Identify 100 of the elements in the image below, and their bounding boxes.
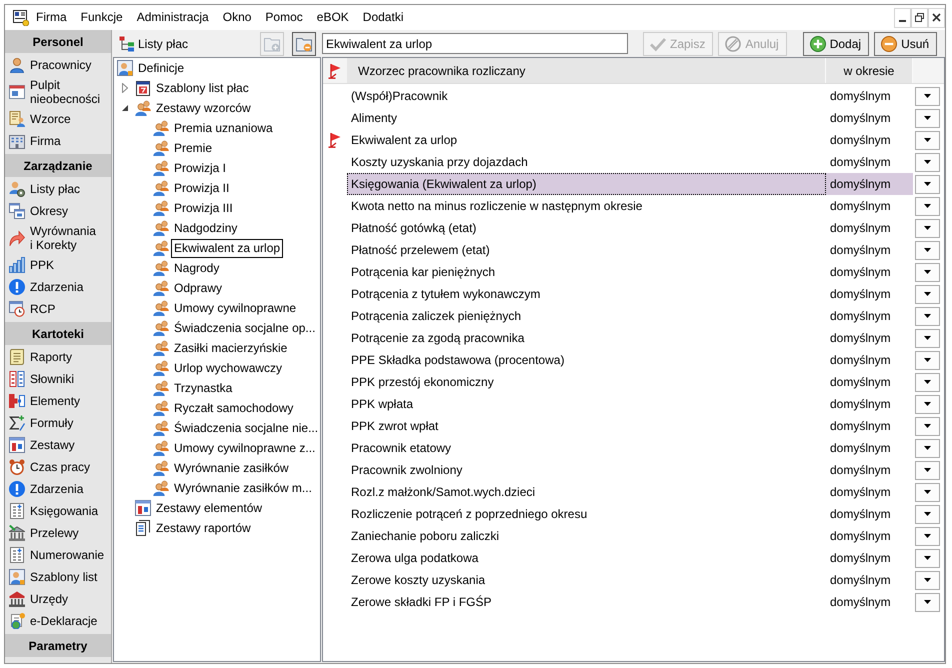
menu-item[interactable]: Administracja (130, 8, 216, 27)
tree-item[interactable]: Definicje (135, 58, 188, 78)
sidebar-item[interactable]: Listy płac (5, 178, 111, 200)
menu-item[interactable]: Dodatki (356, 8, 410, 27)
name-field[interactable]: Ekwiwalent za urlop (322, 33, 628, 54)
tree-item[interactable]: Nadgodziny (171, 218, 240, 238)
dropdown-button[interactable] (915, 372, 940, 392)
section-header[interactable]: Parametry (5, 634, 111, 657)
tree-item[interactable]: Nagrody (171, 258, 222, 278)
dropdown-button[interactable] (915, 350, 940, 370)
column-header[interactable]: Wzorzec pracownika rozliczany (347, 58, 826, 83)
tree-item[interactable]: Wyrównanie zasiłków (171, 458, 292, 478)
section-header[interactable]: Zarządzanie (5, 154, 111, 177)
sidebar-item[interactable]: Wzorce (5, 108, 111, 130)
dropdown-button[interactable] (915, 130, 940, 150)
tree-item[interactable]: Wyrównanie zasiłków m... (171, 478, 315, 498)
caret-icon (924, 226, 931, 230)
menu-item[interactable]: eBOK (310, 8, 356, 27)
tree-item[interactable]: Premie (171, 138, 216, 158)
dropdown-button[interactable] (915, 570, 940, 590)
sidebar-item[interactable]: Numerowanie (5, 544, 111, 566)
minimize-button[interactable] (894, 8, 911, 28)
sidebar-item[interactable]: Raporty (5, 346, 111, 368)
sidebar-item[interactable]: Urzędy (5, 588, 111, 610)
tree-item[interactable]: Zestawy wzorców (153, 98, 254, 118)
sidebar-item[interactable]: Zestawy (5, 434, 111, 456)
column-header[interactable]: w okresie (826, 58, 913, 83)
menu-item[interactable]: Pomoc (258, 8, 310, 27)
tree-item[interactable]: Zestawy elementów (153, 498, 266, 518)
dropdown-button[interactable] (915, 240, 940, 260)
sidebar-item[interactable]: RCP (5, 298, 111, 320)
remove-button[interactable]: Usuń (874, 32, 938, 56)
sidebar-item[interactable]: Księgowania (5, 500, 111, 522)
dropdown-button[interactable] (915, 284, 940, 304)
table-cell-text: Zaniechanie poboru zaliczki (350, 528, 500, 545)
close-button[interactable] (928, 8, 945, 28)
dropdown-button[interactable] (915, 394, 940, 414)
tree-item[interactable]: Prowizja III (171, 198, 236, 218)
tree-item[interactable]: Świadczenia socjalne nie... (171, 418, 320, 438)
dropdown-button[interactable] (915, 196, 940, 216)
dropdown-button[interactable] (915, 504, 940, 524)
sidebar-item[interactable]: Szablony list (5, 566, 111, 588)
people-icon (153, 440, 169, 456)
restore-icon (915, 13, 924, 22)
sidebar-item[interactable]: e-Deklaracje (5, 610, 111, 632)
sidebar-item[interactable]: Okresy (5, 200, 111, 222)
dropdown-button[interactable] (915, 174, 940, 194)
dropdown-button[interactable] (915, 262, 940, 282)
tree-item[interactable]: Zestawy raportów (153, 518, 254, 538)
section-header[interactable]: Kartoteki (5, 322, 111, 345)
tree-item[interactable]: Umowy cywilnoprawne z... (171, 438, 318, 458)
table-cell-text: Pracownik zwolniony (350, 462, 464, 479)
tree-item[interactable]: Szablony list płac (153, 78, 252, 98)
tree-item[interactable]: Premia uznaniowa (171, 118, 276, 138)
tree-item[interactable]: Urlop wychowawczy (171, 358, 286, 378)
dropdown-button[interactable] (915, 482, 940, 502)
sidebar-item[interactable]: Słowniki (5, 368, 111, 390)
tree-item[interactable]: Odprawy (171, 278, 226, 298)
sidebar-item[interactable]: Zdarzenia (5, 478, 111, 500)
dropdown-button[interactable] (915, 460, 940, 480)
menu-item[interactable]: Okno (216, 8, 258, 27)
add-button[interactable]: Dodaj (802, 32, 870, 56)
section-header[interactable]: Personel (5, 30, 111, 53)
dropdown-button[interactable] (915, 438, 940, 458)
tree-item[interactable]: Ekwiwalent za urlop (171, 238, 284, 258)
sidebar-item[interactable]: Przelewy (5, 522, 111, 544)
dropdown-button[interactable] (915, 328, 940, 348)
sidebar-item[interactable]: Zdarzenia (5, 276, 111, 298)
dropdown-button[interactable] (915, 548, 940, 568)
dropdown-button[interactable] (915, 86, 940, 106)
dropdown-button[interactable] (915, 526, 940, 546)
sidebar-item[interactable]: PPK (5, 254, 111, 276)
tree-item[interactable]: Świadczenia socjalne op... (171, 318, 318, 338)
person-gear-icon (9, 181, 25, 197)
tree-item[interactable]: Trzynastka (171, 378, 236, 398)
sidebar-item[interactable]: Firma (5, 130, 111, 152)
sidebar-item[interactable]: Elementy (5, 390, 111, 412)
tree-item[interactable]: Ryczałt samochodowy (171, 398, 296, 418)
sidebar-item[interactable]: Pulpit nieobecności (5, 76, 111, 108)
tree-item[interactable]: Prowizja II (171, 178, 232, 198)
tree-item[interactable]: Prowizja I (171, 158, 230, 178)
menu-item[interactable]: Firma (29, 8, 74, 27)
dropdown-button[interactable] (915, 218, 940, 238)
expander-icon[interactable] (122, 105, 128, 111)
dropdown-button[interactable] (915, 416, 940, 436)
dropdown-button[interactable] (915, 592, 940, 612)
menu-item[interactable]: Funkcje (74, 8, 130, 27)
app-icon[interactable] (13, 10, 29, 26)
sidebar-item[interactable]: Wyrównania i Korekty (5, 222, 111, 254)
dropdown-button[interactable] (915, 306, 940, 326)
sidebar-item[interactable]: Formuły (5, 412, 111, 434)
dropdown-button[interactable] (915, 108, 940, 128)
sidebar-item[interactable]: Pracownicy (5, 54, 111, 76)
delete-folder-button[interactable] (292, 32, 316, 56)
tree-item[interactable]: Zasiłki macierzyńskie (171, 338, 290, 358)
dropdown-button[interactable] (915, 152, 940, 172)
tree-item[interactable]: Umowy cywilnoprawne (171, 298, 300, 318)
restore-button[interactable] (911, 8, 928, 28)
sidebar-item[interactable]: Czas pracy (5, 456, 111, 478)
people-icon (153, 180, 169, 196)
